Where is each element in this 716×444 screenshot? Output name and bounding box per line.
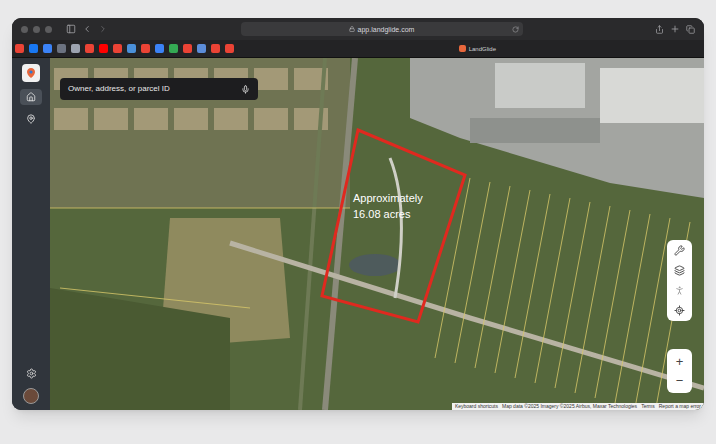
bookmark-favicon[interactable] (127, 44, 136, 53)
close-button[interactable] (21, 26, 28, 33)
nav-sidebar (12, 58, 50, 410)
lock-icon (349, 26, 355, 32)
bookmark-favicon[interactable] (99, 44, 108, 53)
bookmark-favicon[interactable] (155, 44, 164, 53)
home-icon (26, 92, 36, 102)
url-text: app.landglide.com (358, 26, 415, 33)
map-view[interactable]: Owner, address, or parcel ID Approximatel… (50, 58, 704, 410)
sidebar-toggle-icon[interactable] (66, 24, 76, 34)
tab-favicon (459, 45, 466, 52)
bookmark-favicon[interactable] (197, 44, 206, 53)
back-icon[interactable] (82, 24, 92, 34)
active-tab[interactable]: LandGlide (459, 45, 496, 52)
sidebar-item[interactable] (20, 111, 42, 127)
bookmark-favicon[interactable] (211, 44, 220, 53)
logo-pin-icon (25, 67, 37, 79)
bookmark-favicon[interactable] (225, 44, 234, 53)
bookmark-favicon[interactable] (43, 44, 52, 53)
layers-icon[interactable] (674, 265, 685, 276)
share-icon[interactable] (655, 25, 664, 34)
acreage-label: Approximately16.08 acres (353, 190, 423, 222)
user-avatar[interactable] (23, 388, 39, 404)
zoom-controls: +− (667, 349, 692, 393)
search-box[interactable]: Owner, address, or parcel ID (60, 78, 258, 100)
bookmark-favicon[interactable] (57, 44, 66, 53)
bookmark-favicon[interactable] (141, 44, 150, 53)
tab-title: LandGlide (469, 46, 496, 52)
bookmark-favicon[interactable] (15, 44, 24, 53)
forward-icon[interactable] (98, 24, 108, 34)
parcel-outline[interactable] (322, 130, 465, 322)
zoom-button[interactable]: + (676, 352, 684, 371)
address-bar[interactable]: app.landglide.com (241, 22, 523, 36)
zoom-button[interactable] (45, 26, 52, 33)
attribution-text[interactable]: Keyboard shortcuts (455, 403, 498, 410)
search-placeholder: Owner, address, or parcel ID (68, 83, 237, 95)
bookmark-favicon[interactable] (183, 44, 192, 53)
landglide-logo-icon[interactable] (22, 64, 40, 82)
screenshot: app.landglide.com LandGlide Owner, address… (0, 0, 716, 444)
nav-items (20, 89, 42, 127)
reload-icon[interactable] (512, 26, 519, 33)
new-tab-icon[interactable] (670, 24, 680, 34)
gear-icon[interactable] (26, 368, 37, 379)
map-tools (667, 240, 692, 321)
app-content: Owner, address, or parcel ID Approximatel… (12, 58, 704, 410)
favicon-list (15, 44, 234, 53)
acreage-text: Approximately (353, 190, 423, 206)
locate-icon[interactable] (674, 305, 685, 316)
zoom-button[interactable]: − (676, 371, 684, 390)
title-bar: app.landglide.com (12, 18, 704, 40)
sidebar-item[interactable] (20, 89, 42, 105)
microphone-icon[interactable] (241, 85, 250, 94)
street-view-icon[interactable] (674, 285, 685, 296)
bookmark-favicon[interactable] (85, 44, 94, 53)
map-attribution: Keyboard shortcuts Map data ©2025 Imagery… (452, 403, 704, 410)
bookmark-favicon[interactable] (71, 44, 80, 53)
tools-icon[interactable] (674, 245, 685, 256)
acreage-text: 16.08 acres (353, 206, 423, 222)
attribution-text: Map data ©2025 Imagery ©2025 Airbus, Max… (502, 403, 637, 410)
attribution-text[interactable]: Report a map error (659, 403, 701, 410)
attribution-text[interactable]: Terms (641, 403, 655, 410)
tabs-overview-icon[interactable] (686, 25, 695, 34)
bookmark-favicon[interactable] (169, 44, 178, 53)
bookmark-favicon[interactable] (113, 44, 122, 53)
pin-icon (26, 114, 36, 124)
browser-window: app.landglide.com LandGlide Owner, address… (12, 18, 704, 410)
minimize-button[interactable] (33, 26, 40, 33)
satellite-imagery (50, 58, 704, 410)
window-controls (21, 26, 52, 33)
bookmark-favicon[interactable] (29, 44, 38, 53)
bookmarks-bar: LandGlide (12, 40, 704, 58)
